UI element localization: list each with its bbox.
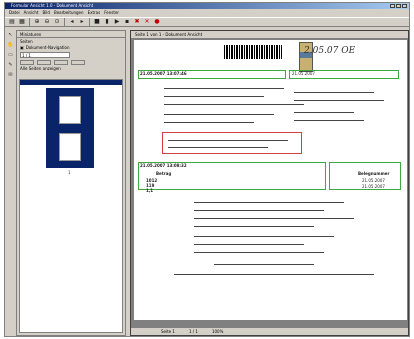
form-line bbox=[194, 244, 304, 245]
first-page-icon[interactable]: ■ bbox=[93, 18, 101, 26]
form-line bbox=[194, 202, 344, 203]
print-icon[interactable]: ▦ bbox=[18, 18, 26, 26]
form-line bbox=[194, 236, 334, 237]
stop-icon[interactable]: ✖ bbox=[133, 18, 141, 26]
last-page-icon[interactable]: ▪ bbox=[123, 18, 131, 26]
ocr-error-box bbox=[162, 132, 302, 154]
app-window: Formular Ansicht 1.0 - Dokument Ansicht … bbox=[4, 2, 410, 337]
menu-extras[interactable]: Extras bbox=[88, 10, 101, 15]
zoom-fit-icon[interactable]: ⊙ bbox=[53, 18, 61, 26]
menu-fenster[interactable]: Fenster bbox=[104, 10, 119, 15]
note-icon[interactable]: ✉ bbox=[7, 71, 14, 78]
toolbar: ▤ ▦ ⊕ ⊖ ⊙ ◂ ▸ ■ ▮ ▶ ▪ ✖ ✕ ● bbox=[5, 17, 409, 27]
left-toolstrip: ↖ ✋ ▭ ✎ ✉ bbox=[7, 31, 15, 91]
form-line bbox=[194, 210, 324, 211]
form-line bbox=[294, 100, 384, 101]
status-page-count: 1 / 1 bbox=[188, 329, 198, 334]
toolbar-divider bbox=[89, 18, 90, 26]
delete-icon[interactable]: ✕ bbox=[143, 18, 151, 26]
panel-button-4[interactable] bbox=[71, 60, 85, 65]
prev-page-icon[interactable]: ▮ bbox=[103, 18, 111, 26]
status-zoom: 100% bbox=[211, 329, 224, 334]
panel-button-3[interactable] bbox=[54, 60, 68, 65]
thumbnail-header bbox=[20, 80, 122, 85]
thumbnail-list[interactable]: 1 bbox=[19, 79, 123, 333]
close-button[interactable] bbox=[402, 4, 407, 8]
panel-buttons bbox=[17, 59, 125, 66]
menu-bearbeitungen[interactable]: Bearbeitungen bbox=[54, 10, 84, 15]
panel-nav-row: ▣ Dokument-Navigation bbox=[17, 45, 125, 51]
panel-nav-label: Dokument-Navigation bbox=[25, 45, 70, 50]
document-tab[interactable]: Seite 1 von 1 - Dokument Ansicht bbox=[131, 31, 408, 38]
select-icon[interactable]: ▭ bbox=[7, 51, 14, 58]
panel-button-2[interactable] bbox=[37, 60, 51, 65]
menu-ansicht[interactable]: Ansicht bbox=[24, 10, 39, 15]
panel-tab-pages[interactable]: Seiten bbox=[17, 38, 125, 45]
toolbar-divider bbox=[29, 18, 30, 26]
form-line bbox=[164, 104, 304, 105]
forward-icon[interactable]: ▸ bbox=[78, 18, 86, 26]
back-icon[interactable]: ◂ bbox=[68, 18, 76, 26]
form-line bbox=[164, 96, 264, 97]
reference-label: Belegnummer bbox=[358, 171, 390, 176]
open-icon[interactable]: ▤ bbox=[8, 18, 16, 26]
thumbnail-label: 1 bbox=[68, 170, 71, 175]
form-line bbox=[214, 264, 314, 265]
stamp-date: 21.05.2007 bbox=[292, 71, 315, 76]
form-line bbox=[164, 122, 254, 123]
form-line bbox=[194, 218, 354, 219]
form-line bbox=[294, 120, 364, 121]
header-date: 21.05.2007 13:07:46 bbox=[140, 71, 187, 76]
document-page[interactable]: 2.05.07 OE 21.05.2007 13:07:46 21.05.200… bbox=[134, 40, 407, 320]
zoom-in-icon[interactable]: ⊕ bbox=[33, 18, 41, 26]
form-line bbox=[174, 274, 374, 275]
thumbnail-selected[interactable] bbox=[46, 88, 94, 168]
zoom-out-icon[interactable]: ⊖ bbox=[43, 18, 51, 26]
minimize-button[interactable] bbox=[390, 4, 395, 8]
mark-icon[interactable]: ● bbox=[153, 18, 161, 26]
toolbar-divider bbox=[64, 18, 65, 26]
panel-title: Miniaturen bbox=[17, 31, 125, 38]
form-line bbox=[164, 88, 284, 89]
form-line bbox=[294, 92, 374, 93]
menu-datei[interactable]: Datei bbox=[9, 10, 20, 15]
block-value-3: 1,1 bbox=[146, 188, 154, 193]
form-line bbox=[168, 147, 268, 148]
pointer-icon[interactable]: ↖ bbox=[7, 31, 14, 38]
thumbnail-panel: Miniaturen Seiten ▣ Dokument-Navigation … bbox=[16, 30, 126, 336]
page-number-input[interactable]: 1 / 1 bbox=[20, 52, 70, 58]
form-line bbox=[164, 114, 274, 115]
reference-date-1: 21.05.2007 bbox=[362, 178, 385, 183]
next-page-icon[interactable]: ▶ bbox=[113, 18, 121, 26]
block-date: 21.05.2007 13:08:32 bbox=[140, 163, 187, 168]
form-line bbox=[194, 226, 314, 227]
handwritten-note: 2.05.07 OE bbox=[304, 46, 356, 56]
block-label: Betrag bbox=[156, 171, 172, 176]
panel-button-1[interactable] bbox=[20, 60, 34, 65]
document-view[interactable]: Seite 1 von 1 - Dokument Ansicht 2.05.07… bbox=[130, 30, 409, 336]
maximize-button[interactable] bbox=[396, 4, 401, 8]
form-line bbox=[294, 112, 354, 113]
nav-icon: ▣ bbox=[20, 45, 24, 50]
menu-bild[interactable]: Bild bbox=[42, 10, 50, 15]
reference-date-2: 21.05.2007 bbox=[362, 184, 385, 189]
menu-bar: Datei Ansicht Bild Bearbeitungen Extras … bbox=[5, 9, 409, 16]
panel-list-label: Alle Seiten anzeigen bbox=[20, 66, 61, 71]
status-bar: Seite 1 1 / 1 100% bbox=[131, 328, 408, 335]
hand-icon[interactable]: ✋ bbox=[7, 41, 14, 48]
form-line bbox=[194, 252, 324, 253]
thumbnail-page-image[interactable] bbox=[59, 132, 81, 161]
pen-icon[interactable]: ✎ bbox=[7, 61, 14, 68]
status-page: Seite 1 bbox=[161, 329, 175, 334]
form-line bbox=[168, 140, 288, 141]
thumbnail-page-image[interactable] bbox=[59, 95, 81, 124]
barcode-image bbox=[224, 45, 282, 59]
